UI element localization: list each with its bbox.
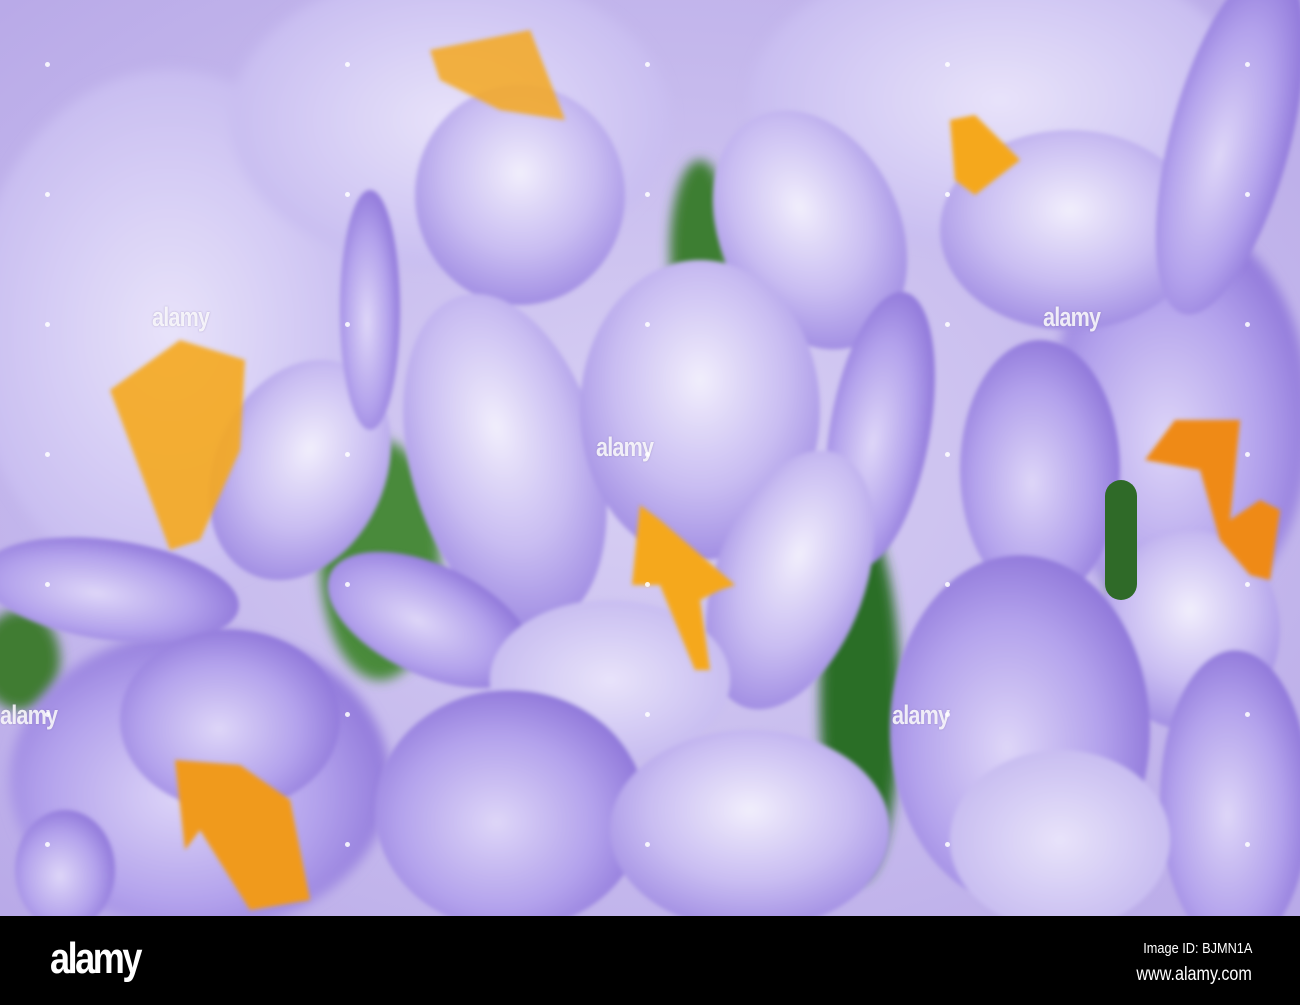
watermark-dot [945, 62, 950, 67]
watermark-dot [645, 452, 650, 457]
website-link[interactable]: www.alamy.com [1137, 964, 1252, 986]
watermark-dot [345, 712, 350, 717]
watermark-dot [1245, 712, 1250, 717]
watermark-dot [345, 582, 350, 587]
stock-photo: alamy alamy alamy alamy alamy alamy Image ID… [0, 0, 1300, 1005]
watermark-dot [45, 62, 50, 67]
watermark-dot [345, 322, 350, 327]
watermark-dot [1245, 192, 1250, 197]
watermark-dot [1245, 452, 1250, 457]
watermark-dot [1245, 842, 1250, 847]
watermark-dot [645, 842, 650, 847]
watermark-dot [645, 582, 650, 587]
watermark-dot [945, 842, 950, 847]
watermark-dot [45, 322, 50, 327]
watermark-dot [1245, 62, 1250, 67]
watermark-dot [45, 192, 50, 197]
watermark-dot [45, 452, 50, 457]
watermark-dot [645, 712, 650, 717]
watermark-dot [645, 62, 650, 67]
watermark-dot [945, 192, 950, 197]
crocus-photo [0, 0, 1300, 916]
watermark-dot [645, 322, 650, 327]
watermark-dot [345, 452, 350, 457]
watermark-dot [945, 322, 950, 327]
watermark-dot [45, 712, 50, 717]
watermark-dot [945, 582, 950, 587]
image-id: Image ID: BJMN1A [1142, 940, 1252, 957]
watermark-dot [945, 452, 950, 457]
watermark-dot [945, 712, 950, 717]
watermark-dot [345, 842, 350, 847]
watermark-dot [345, 192, 350, 197]
watermark-dot [45, 842, 50, 847]
footer-bar: alamy Image ID: BJMN1A www.alamy.com [0, 916, 1300, 1005]
watermark-dot [1245, 582, 1250, 587]
watermark-dot [645, 192, 650, 197]
watermark-dot [1245, 322, 1250, 327]
alamy-logo[interactable]: alamy [50, 934, 142, 984]
watermark-dot [345, 62, 350, 67]
watermark-dot [45, 582, 50, 587]
